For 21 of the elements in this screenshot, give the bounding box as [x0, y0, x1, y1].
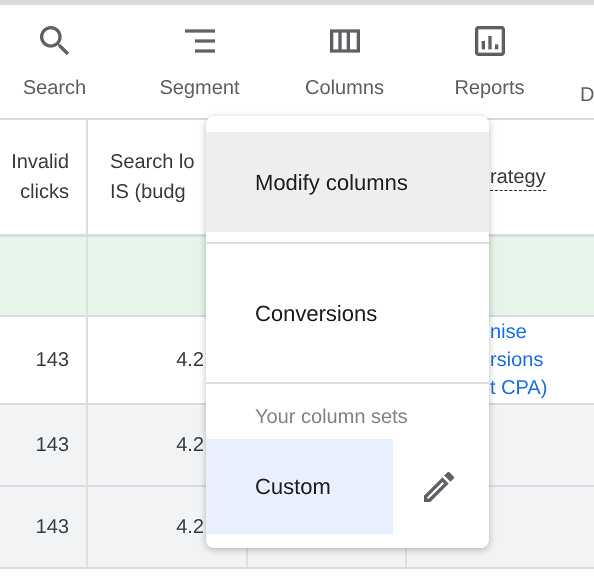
menu-item[interactable]: Custom — [206, 439, 393, 534]
table-cell-text: 143 — [36, 515, 69, 540]
table-cell-text: 4.2 — [176, 348, 204, 373]
table-cell-text: 143 — [36, 433, 69, 458]
menu-item[interactable]: Conversions — [206, 254, 489, 372]
column-header[interactable]: clicks — [20, 177, 69, 207]
column-header[interactable]: Invalid — [11, 147, 69, 177]
menu-item[interactable]: Modify columns — [206, 132, 489, 232]
toolbar-button[interactable]: Reports — [454, 72, 525, 102]
strategy-link[interactable]: nise rsions t CPA) — [490, 318, 548, 402]
toolbar-button[interactable]: D — [580, 80, 594, 110]
table-cell-text: 4.2 — [176, 433, 204, 458]
table-cell-text: 4.2 — [176, 515, 204, 540]
column-header[interactable]: rategy — [490, 164, 546, 190]
toolbar-button[interactable]: Segment — [159, 72, 240, 102]
toolbar-button[interactable]: Search — [22, 72, 86, 102]
toolbar-button[interactable]: Columns — [305, 72, 384, 102]
section-heading: Your column sets — [254, 405, 409, 430]
column-header[interactable]: Search lo — [110, 147, 194, 177]
column-header[interactable]: IS (budg — [110, 177, 186, 207]
table-cell-text: 143 — [36, 348, 69, 373]
